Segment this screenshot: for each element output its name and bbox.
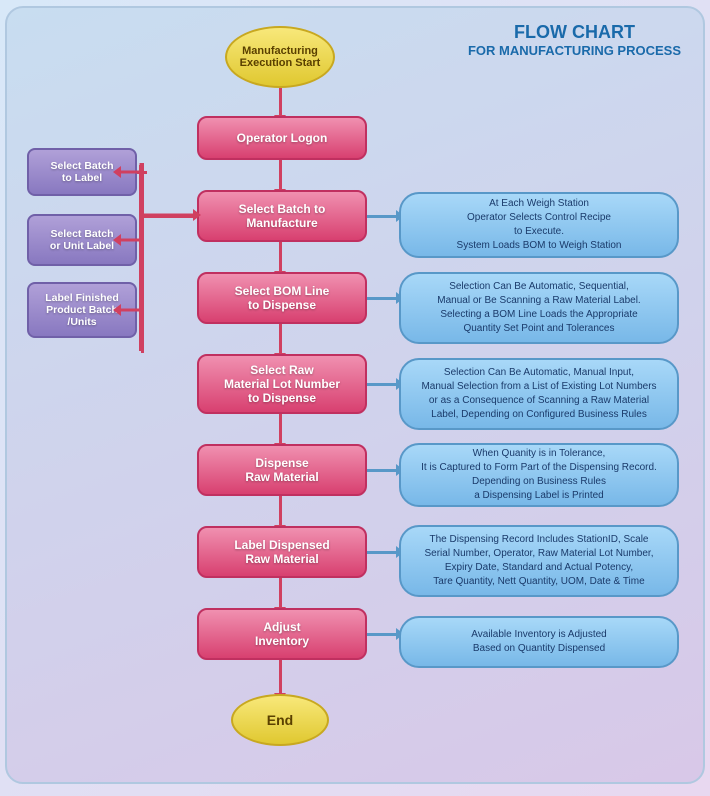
- info-box-4: When Quanity is in Tolerance, It is Capt…: [399, 443, 679, 507]
- info-box-6: Available Inventory is Adjusted Based on…: [399, 616, 679, 668]
- info-box-1: At Each Weigh Station Operator Selects C…: [399, 192, 679, 258]
- left-arrows-svg: [25, 138, 203, 358]
- title-main: FLOW CHART: [468, 22, 681, 43]
- arrow-step4-step5: [279, 414, 282, 444]
- step5-box: Dispense Raw Material: [197, 444, 367, 496]
- info-box-3: Selection Can Be Automatic, Manual Input…: [399, 358, 679, 430]
- step4-box: Select Raw Material Lot Number to Dispen…: [197, 354, 367, 414]
- info-box-2: Selection Can Be Automatic, Sequential, …: [399, 272, 679, 344]
- arrow-step3-step4: [279, 324, 282, 354]
- arrow-step7-end: [279, 660, 282, 694]
- h-arrow-info3: [367, 383, 397, 386]
- arrow-step6-step7: [279, 578, 282, 608]
- start-ellipse: Manufacturing Execution Start: [225, 26, 335, 88]
- title-area: FLOW CHART FOR MANUFACTURING PROCESS: [468, 22, 681, 58]
- main-container: FLOW CHART FOR MANUFACTURING PROCESS Man…: [5, 6, 705, 784]
- step2-box: Select Batch to Manufacture: [197, 190, 367, 242]
- title-sub: FOR MANUFACTURING PROCESS: [468, 43, 681, 58]
- arrow-step2-step3: [279, 242, 282, 272]
- h-arrow-info5: [367, 551, 397, 554]
- arrow-step5-step6: [279, 496, 282, 526]
- arrow-step1-step2: [279, 160, 282, 190]
- end-ellipse: End: [231, 694, 329, 746]
- step1-box: Operator Logon: [197, 116, 367, 160]
- h-arrow-info1: [367, 215, 397, 218]
- step3-box: Select BOM Line to Dispense: [197, 272, 367, 324]
- info-box-5: The Dispensing Record Includes StationID…: [399, 525, 679, 597]
- step7-box: Adjust Inventory: [197, 608, 367, 660]
- step6-box: Label Dispensed Raw Material: [197, 526, 367, 578]
- h-arrow-info6: [367, 633, 397, 636]
- arrow-start-step1: [279, 88, 282, 116]
- h-arrow-info2: [367, 297, 397, 300]
- h-arrow-info4: [367, 469, 397, 472]
